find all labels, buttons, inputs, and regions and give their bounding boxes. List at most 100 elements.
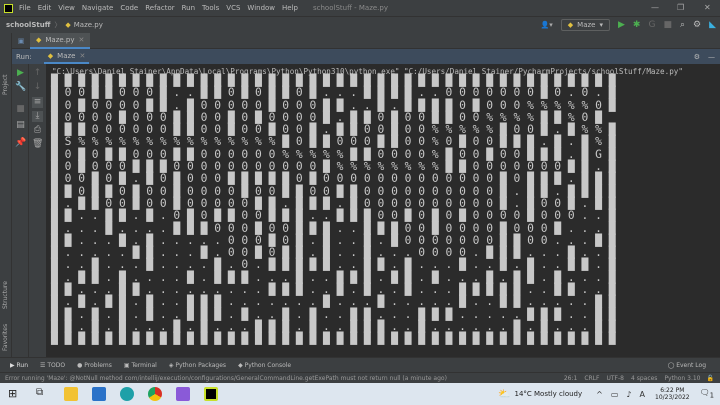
editor-icon: ▣ <box>17 36 25 45</box>
task-view-icon[interactable]: ⧉ <box>36 387 50 401</box>
scroll-to-end-icon[interactable]: ⤓ <box>32 111 43 122</box>
debug-button[interactable]: ✱ <box>633 20 641 30</box>
clock[interactable]: 6:22 PM 10/23/2022 <box>655 387 690 401</box>
tab-run[interactable]: ▶ Run <box>10 362 28 369</box>
indent-setting[interactable]: 4 spaces <box>631 375 657 382</box>
menu-help[interactable]: Help <box>282 4 298 12</box>
tab-todo[interactable]: ☰ TODO <box>40 362 65 369</box>
gear-icon[interactable]: ⚙ <box>693 20 701 30</box>
tab-terminal[interactable]: ▣ Terminal <box>124 362 157 369</box>
close-tab-icon[interactable]: ✕ <box>79 36 85 44</box>
wrench-icon[interactable]: 🔧 <box>15 82 26 93</box>
edge-icon[interactable] <box>120 387 134 401</box>
pin-icon[interactable]: 📌 <box>15 138 26 149</box>
python-icon: ◆ <box>47 51 54 60</box>
network-icon[interactable]: ▭ <box>611 390 619 399</box>
python-file-icon: ◆ <box>36 35 42 44</box>
tab-python-console-label: Python Console <box>244 361 292 369</box>
down-arrow-icon[interactable]: ↓ <box>32 82 43 93</box>
tab-python-packages[interactable]: ◈ Python Packages <box>169 362 226 369</box>
event-log-button[interactable]: ◯ Event Log <box>668 362 706 369</box>
tab-run-label: Run <box>16 361 29 369</box>
status-message[interactable]: Error running 'Maze': @NotNull method co… <box>5 375 447 382</box>
run-config-label: Maze <box>577 20 596 29</box>
layout-icon[interactable]: ▤ <box>15 120 26 131</box>
project-tool-button[interactable]: Project <box>2 74 9 95</box>
tab-terminal-label: Terminal <box>131 361 157 369</box>
maze-row: █ . . █ . . . █ . . . . █ . 0 . █ █ █ █ … <box>51 258 616 272</box>
close-run-tab-icon[interactable]: ✕ <box>79 52 85 60</box>
run-config-select[interactable]: ◆ Maze ▾ <box>560 18 610 31</box>
file-encoding[interactable]: UTF-8 <box>606 375 624 382</box>
hide-panel-icon[interactable]: — <box>708 53 715 61</box>
trash-icon[interactable]: 🗑 <box>32 139 43 150</box>
menu-run[interactable]: Run <box>182 4 195 12</box>
python-file-icon: ◆ <box>65 21 71 29</box>
run-tab-maze[interactable]: ◆ Maze ✕ <box>43 49 90 64</box>
window-title: schoolStuff - Maze.py <box>313 4 388 12</box>
structure-tool-button[interactable]: Structure <box>2 281 9 309</box>
maze-row: █ █ █ █ █ █ █ █ █ █ █ █ █ █ █ █ █ █ █ █ … <box>51 332 616 346</box>
gear-icon[interactable]: ⚙ <box>694 53 700 61</box>
soft-wrap-icon[interactable]: ≡ <box>32 97 43 108</box>
menu-code[interactable]: Code <box>120 4 138 12</box>
menu-file[interactable]: File <box>19 4 31 12</box>
mail-icon[interactable] <box>92 387 106 401</box>
language-icon[interactable]: A <box>640 390 645 399</box>
windows-taskbar: ⊞ ⧉ ⛅ 14°C Mostly cloudy ^ ▭ ♪ A 6:22 PM… <box>0 383 720 405</box>
menu-navigate[interactable]: Navigate <box>82 4 113 12</box>
windows-start-icon[interactable]: ⊞ <box>8 387 22 401</box>
chevron-down-icon: ▾ <box>599 20 603 29</box>
maze-row: █ 0 0 █ █ 0 0 0 █ . . █ █ 0 █ 0 █ █ 0 █ … <box>51 86 616 100</box>
menu-refactor[interactable]: Refactor <box>145 4 174 12</box>
file-explorer-icon[interactable] <box>64 387 78 401</box>
code-with-me-icon[interactable]: ◣ <box>709 20 716 30</box>
restore-button[interactable]: ❐ <box>677 3 684 12</box>
console-output[interactable]: "C:\Users\Daniel Stainer\AppData\Local\P… <box>46 64 720 357</box>
tab-problems[interactable]: ● Problems <box>77 362 112 369</box>
chrome-icon[interactable] <box>148 387 162 401</box>
print-icon[interactable]: ⎙ <box>32 125 43 136</box>
tab-python-packages-label: Python Packages <box>175 361 227 369</box>
run-toolbar-secondary: ↑ ↓ ≡ ⤓ ⎙ 🗑 <box>29 64 46 357</box>
visual-studio-icon[interactable] <box>176 387 190 401</box>
volume-icon[interactable]: ♪ <box>626 390 631 399</box>
tab-python-console[interactable]: ◆ Python Console <box>238 362 291 369</box>
stop-icon[interactable]: ■ <box>15 104 26 115</box>
menu-vcs[interactable]: VCS <box>226 4 240 12</box>
favorites-tool-button[interactable]: Favorites <box>2 324 9 351</box>
breadcrumb-project[interactable]: schoolStuff <box>6 21 50 29</box>
menu-view[interactable]: View <box>58 4 75 12</box>
breadcrumb-file[interactable]: Maze.py <box>74 21 103 29</box>
left-tool-stripe: Project Structure Favorites <box>0 33 12 357</box>
clock-date: 10/23/2022 <box>655 394 690 401</box>
run-panel-header: Run: ◆ Maze ✕ ⚙ — <box>12 49 720 64</box>
python-interpreter[interactable]: Python 3.10 <box>664 375 700 382</box>
tab-maze-py[interactable]: ◆ Maze.py ✕ <box>30 32 91 49</box>
rerun-icon[interactable]: ▶ <box>15 68 26 79</box>
run-label: Run: <box>16 52 32 61</box>
run-button[interactable]: ▶ <box>618 20 625 30</box>
show-hidden-icons[interactable]: ^ <box>596 390 603 399</box>
notifications-icon[interactable]: 🗨1 <box>700 388 714 400</box>
up-arrow-icon[interactable]: ↑ <box>32 68 43 79</box>
menu-window[interactable]: Window <box>247 4 275 12</box>
minimize-button[interactable]: — <box>651 3 659 12</box>
pycharm-taskbar-icon[interactable] <box>204 387 218 401</box>
search-icon[interactable]: ⌕ <box>680 20 685 30</box>
account-icon[interactable]: 👤▾ <box>541 21 553 29</box>
menu-edit[interactable]: Edit <box>38 4 52 12</box>
close-window-button[interactable]: ✕ <box>704 3 711 12</box>
caret-position[interactable]: 26:1 <box>564 375 577 382</box>
maze-row: █ . █ . █ █ . █ . . █ █ █ . . . . . . . … <box>51 295 616 309</box>
menu-tools[interactable]: Tools <box>202 4 219 12</box>
weather-icon: ⛅ <box>498 388 511 400</box>
coverage-button[interactable]: G <box>648 20 655 30</box>
editor-tabs: ▣ ◆ Maze.py ✕ <box>12 32 720 49</box>
main-toolbar: 👤▾ ◆ Maze ▾ ▶ ✱ G ■ ⌕ ⚙ ◣ <box>541 17 716 32</box>
maze-output: █ █ █ █ █ █ █ █ █ █ █ █ █ █ █ █ █ █ █ █ … <box>51 74 616 346</box>
stop-button[interactable]: ■ <box>663 20 672 30</box>
line-separator[interactable]: CRLF <box>584 375 599 382</box>
weather-text[interactable]: 14°C Mostly cloudy <box>514 390 582 398</box>
lock-icon[interactable]: 🔓 <box>707 375 714 382</box>
